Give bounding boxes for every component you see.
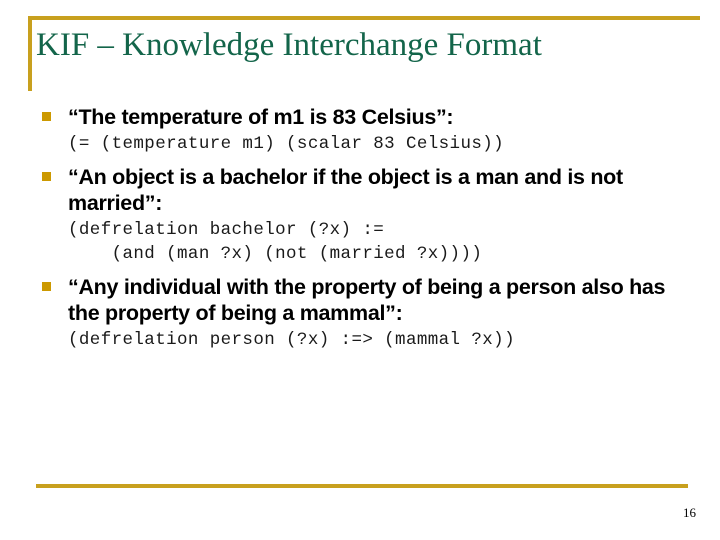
bullet-text-3: “Any individual with the property of bei… (68, 275, 666, 325)
left-accent-rule (28, 16, 32, 91)
page-title: KIF – Knowledge Interchange Format (36, 27, 542, 63)
bullet-item-1: “The temperature of m1 is 83 Celsius”: (… (36, 104, 696, 156)
bullet-item-2: “An object is a bachelor if the object i… (36, 164, 696, 266)
code-block-3: (defrelation person (?x) :=> (mammal ?x)… (68, 328, 696, 352)
footer-accent-rule (36, 484, 688, 488)
page-number: 16 (683, 505, 696, 520)
square-bullet-icon (42, 172, 51, 181)
square-bullet-icon (42, 112, 51, 121)
bullet-text-2: “An object is a bachelor if the object i… (68, 165, 623, 215)
slide-body: “The temperature of m1 is 83 Celsius”: (… (36, 104, 696, 360)
bullet-text-1: “The temperature of m1 is 83 Celsius”: (68, 105, 454, 129)
code-line: (and (man ?x) (not (married ?x)))) (68, 244, 483, 264)
code-block-2: (defrelation bachelor (?x) := (and (man … (68, 218, 696, 266)
bullet-item-3: “Any individual with the property of bei… (36, 274, 696, 352)
square-bullet-icon (42, 282, 51, 291)
code-block-1: (= (temperature m1) (scalar 83 Celsius)) (68, 132, 696, 156)
code-line: (= (temperature m1) (scalar 83 Celsius)) (68, 134, 505, 154)
top-accent-rule (28, 16, 700, 20)
code-line: (defrelation person (?x) :=> (mammal ?x)… (68, 330, 515, 350)
code-line: (defrelation bachelor (?x) := (68, 220, 385, 240)
slide: KIF – Knowledge Interchange Format “The … (0, 0, 720, 540)
